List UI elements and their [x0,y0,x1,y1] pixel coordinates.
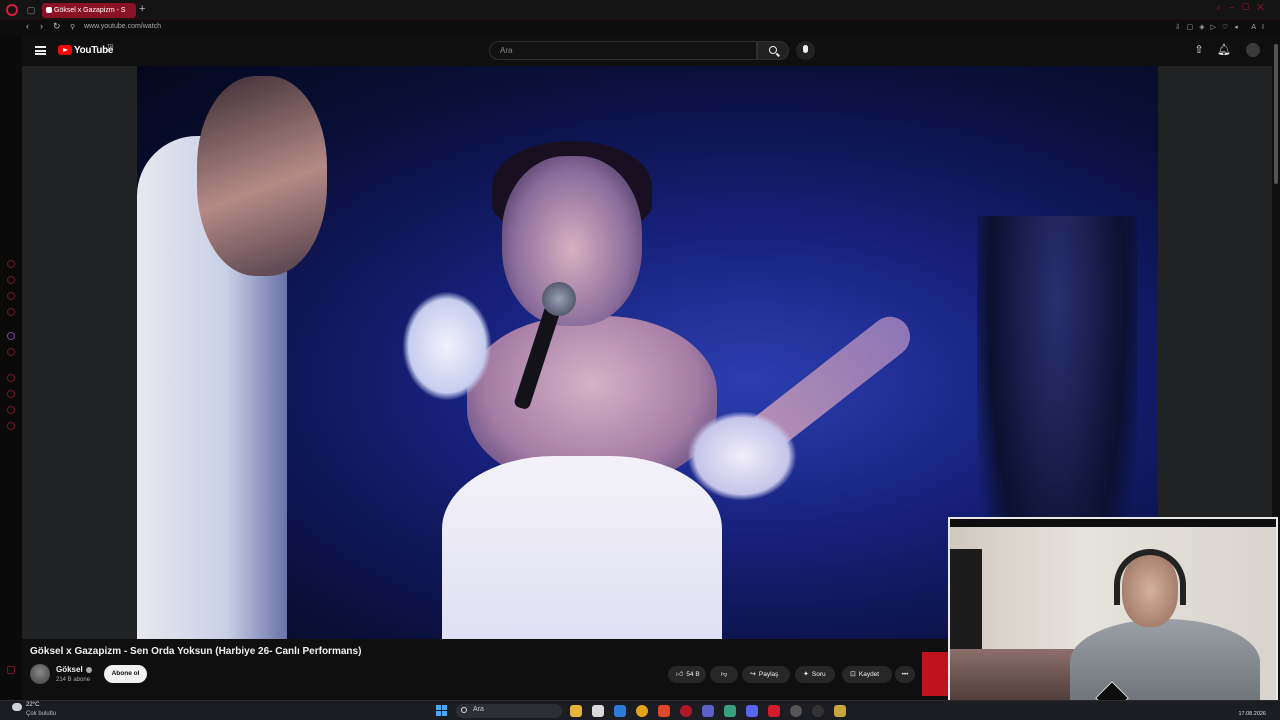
window-controls[interactable]: ⌕–▢✕ [1216,2,1272,13]
upload-icon[interactable]: ⇧ [1193,44,1205,56]
taskbar-search-icon [461,707,467,713]
sidebar-more-icon[interactable] [7,666,15,674]
sidebar-settings-icon[interactable] [7,422,15,430]
taskbar-date[interactable]: 17.08.2026 [1238,711,1266,717]
league-icon[interactable] [834,705,846,717]
sidebar-twitch-icon[interactable] [7,332,15,340]
browser-logo-icon[interactable] [6,4,18,16]
like-count: 54 B [686,671,700,678]
ask-button[interactable]: ✦ Soru [795,666,835,683]
sidebar-telegram-icon[interactable] [7,308,15,316]
sidebar-history-icon[interactable] [7,374,15,382]
url-field[interactable]: www.youtube.com/watch [84,23,161,30]
subscribe-button[interactable]: Abone ol [104,665,147,683]
sparkle-icon: ✦ [803,671,809,678]
tab-overview-icon[interactable]: ▢ [26,5,36,15]
back-icon[interactable]: ‹ [26,21,29,31]
sidebar-downloads-icon[interactable] [7,390,15,398]
tab-active[interactable]: Göksel x Gazapizm - S [42,3,136,18]
microphone-icon [803,45,808,53]
video-feather-left [402,291,492,401]
subscriber-count: 214 B abone [56,677,91,683]
teams-icon[interactable] [702,705,714,717]
obs-icon[interactable] [768,705,780,717]
youtube-logo-icon[interactable] [58,45,72,55]
start-button[interactable] [436,705,447,716]
forward-icon[interactable]: › [40,21,43,31]
thumbs-up-icon: 👍︎ [676,671,684,678]
taskbar-search-placeholder: Ara [473,706,484,713]
ask-label: Soru [811,671,826,678]
menu-icon[interactable] [35,46,46,55]
search-placeholder: Ara [500,46,513,55]
brave-icon[interactable] [658,705,670,717]
mail-icon[interactable] [614,705,626,717]
new-tab-button[interactable]: + [139,3,145,15]
sidebar-messenger-icon[interactable] [7,260,15,268]
youtube-header: YouTube TR Ara ⇧ 🔔︎ [22,36,1272,66]
file-explorer-icon[interactable] [570,705,582,717]
bookmark-icon: ⊡ [850,671,856,678]
verified-icon [85,666,92,673]
channel-name[interactable]: Göksel [56,665,92,674]
sidebar-whatsapp-icon[interactable] [7,292,15,300]
share-icon: ↪ [750,671,756,678]
search-icon [769,46,777,54]
search-button[interactable] [757,41,789,60]
sidebar-music-icon[interactable] [7,348,15,356]
webcam-streamer-body [1070,619,1260,701]
webcam-frame-top [950,519,1276,527]
address-bar: ‹ › ↻ ⚲ www.youtube.com/watch ⇩▢◈▷♡◂ AI [0,20,1280,36]
share-label: Paylaş [758,671,779,678]
save-label: Kaydet [858,671,880,678]
scrollbar-thumb[interactable] [1274,44,1278,184]
video-title: Göksel x Gazapizm - Sen Orda Yoksun (Har… [30,646,362,657]
avatar[interactable] [1246,43,1260,57]
weather-temperature[interactable]: 22°C [26,702,39,708]
sidebar-instagram-icon[interactable] [7,276,15,284]
steam-icon[interactable] [790,705,802,717]
video-microphone-head [542,282,576,316]
reload-icon[interactable]: ↻ [53,21,61,32]
more-actions-button[interactable]: ••• [895,666,915,683]
channel-avatar[interactable] [30,664,50,684]
video-feather-right [687,411,797,501]
chrome-icon[interactable] [636,705,648,717]
discord-icon[interactable] [746,705,758,717]
opera-gx-icon[interactable] [680,705,692,717]
browser-sidebar [0,36,22,700]
video-singer-dress [442,456,722,639]
save-button[interactable]: ⊡ Kaydet [842,666,892,683]
tab-title: Göksel x Gazapizm - S [54,7,126,14]
weather-cloud-icon[interactable] [12,703,22,711]
voice-search-button[interactable] [796,41,815,60]
store-icon[interactable] [592,705,604,717]
browser-tabbar: ▢ Göksel x Gazapizm - S + ⌕–▢✕ [0,0,1280,20]
thumbs-down-icon: 👎︎ [720,671,728,678]
share-button[interactable]: ↪ Paylaş [742,666,790,683]
windows-logo-icon [436,705,441,710]
webcam-overlay [948,517,1278,703]
country-code: TR [107,44,114,50]
site-info-icon[interactable]: ⚲ [70,23,75,31]
video-person-left-head [197,76,327,276]
channel-name-text[interactable]: Göksel [56,665,83,674]
app-icon[interactable] [812,705,824,717]
dislike-button[interactable]: 👎︎ [710,666,738,683]
notifications-icon[interactable]: 🔔︎ [1217,44,1231,56]
ai-label[interactable]: AI [1251,24,1270,31]
settings-icon[interactable] [724,705,736,717]
weather-description[interactable]: Çok bulutlu [26,711,56,717]
address-bar-tools[interactable]: ⇩▢◈▷♡◂ AI [1175,23,1270,31]
sidebar-clock-icon[interactable] [7,406,15,414]
taskbar: 22°C Çok bulutlu Ara 17.08.2026 [0,700,1280,720]
taskbar-search[interactable]: Ara [456,704,562,718]
search-input[interactable]: Ara [489,41,757,60]
like-button[interactable]: 👍︎ 54 B [668,666,706,683]
